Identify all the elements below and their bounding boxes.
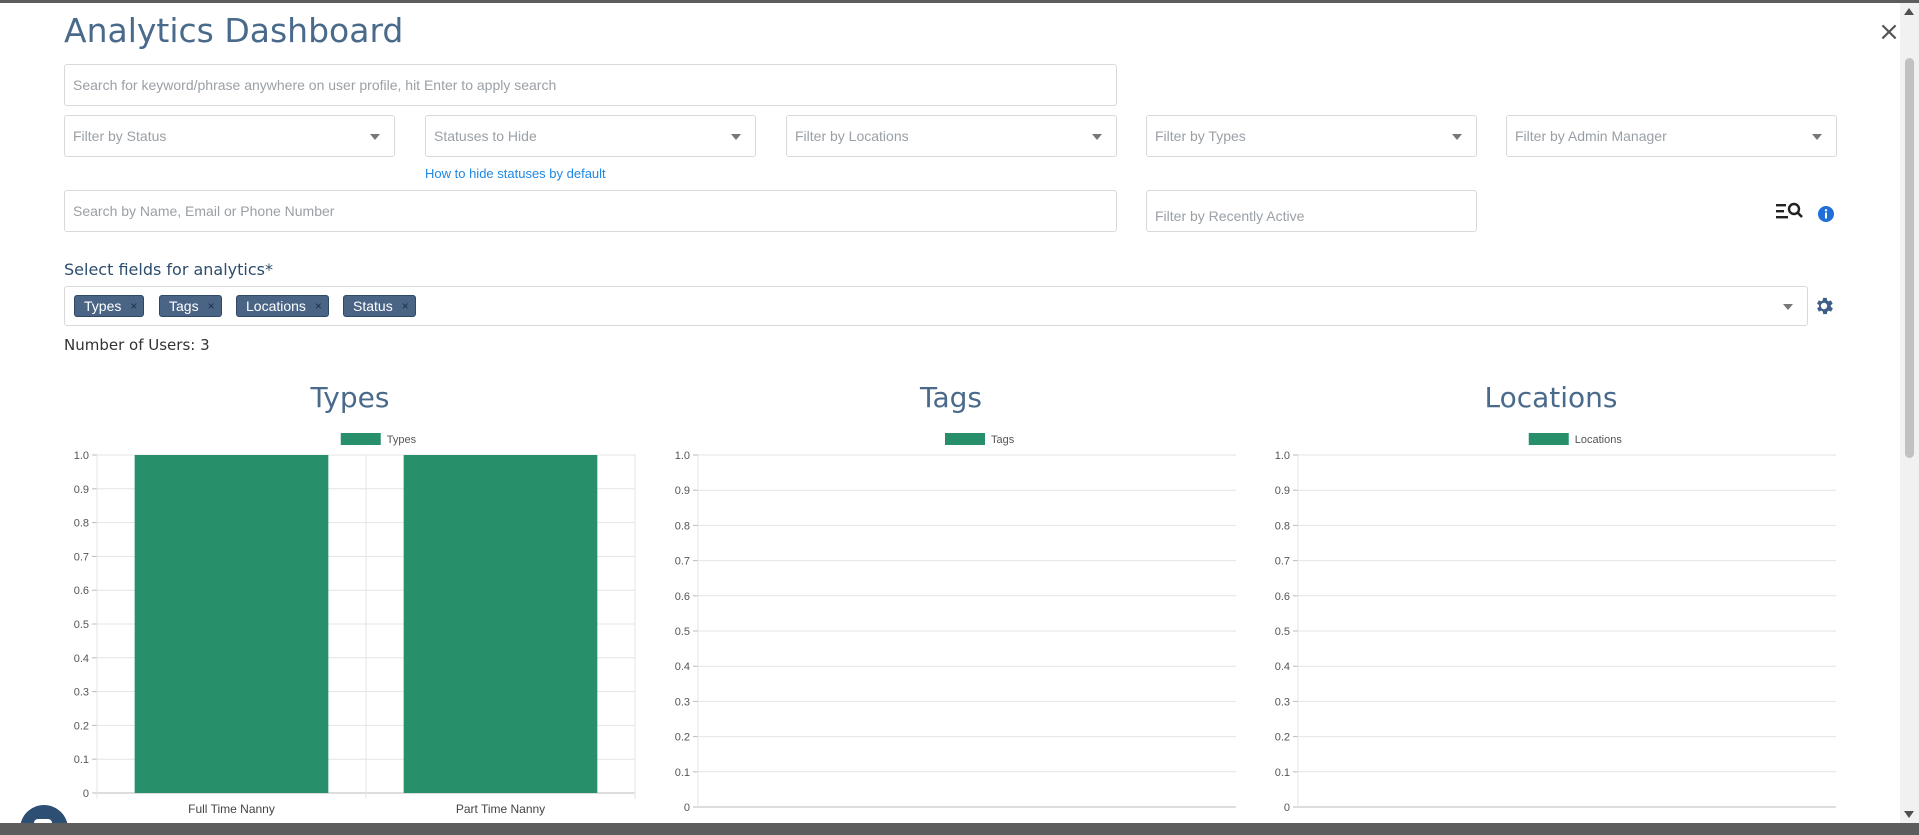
y-tick-label: 0.1 xyxy=(675,767,690,779)
legend-label: Locations xyxy=(1575,434,1623,446)
statuses-hide-select[interactable]: Statuses to Hide xyxy=(425,115,756,157)
chevron-down-icon xyxy=(1812,134,1822,140)
y-tick-label: 0 xyxy=(83,788,89,800)
chevron-down-icon xyxy=(1783,304,1793,310)
locations-filter-placeholder: Filter by Locations xyxy=(795,128,909,144)
chip-types: Types × xyxy=(74,295,145,317)
scroll-up-icon[interactable] xyxy=(1904,8,1914,15)
legend-label: Types xyxy=(387,434,417,446)
y-tick-label: 0.2 xyxy=(675,732,690,744)
chip-label: Types xyxy=(84,298,122,314)
y-tick-label: 0.8 xyxy=(74,518,89,530)
y-tick-label: 0 xyxy=(1284,802,1290,814)
chevron-down-icon xyxy=(370,134,380,140)
y-tick-label: 0.8 xyxy=(1275,520,1290,532)
y-tick-label: 0.5 xyxy=(74,619,89,631)
y-tick-label: 0.3 xyxy=(675,696,690,708)
legend-swatch xyxy=(945,433,985,445)
analytics-fields-label: Select fields for analytics* xyxy=(64,260,273,279)
chevron-down-icon xyxy=(1452,134,1462,140)
bar xyxy=(134,455,329,793)
keyword-search-placeholder: Search for keyword/phrase anywhere on us… xyxy=(73,77,557,93)
y-tick-label: 1.0 xyxy=(74,450,89,462)
admin-manager-filter-select[interactable]: Filter by Admin Manager xyxy=(1506,115,1837,157)
y-tick-label: 0.7 xyxy=(1275,556,1290,568)
locations-chart-svg: Locations 0 0.1 0.2 0.3 0.4 0.5 0.6 0.7 0.8 0.9 1.0 xyxy=(1275,433,1836,814)
y-tick-label: 0.6 xyxy=(1275,591,1290,603)
y-tick-label: 0.5 xyxy=(1275,626,1290,638)
y-tick-label: 0.8 xyxy=(675,520,690,532)
chip-label: Locations xyxy=(246,298,306,314)
chip-locations: Locations × xyxy=(236,295,329,317)
chip-status: Status × xyxy=(343,295,416,317)
admin-manager-filter-placeholder: Filter by Admin Manager xyxy=(1515,128,1667,144)
x-tick-label: Part Time Nanny xyxy=(456,802,545,816)
y-tick-label: 0.6 xyxy=(675,591,690,603)
y-tick-label: 0.3 xyxy=(1275,696,1290,708)
remove-icon[interactable]: × xyxy=(208,296,215,316)
legend-swatch xyxy=(340,433,381,445)
y-tick-label: 0.7 xyxy=(74,551,89,563)
recently-active-input[interactable]: Filter by Recently Active xyxy=(1146,190,1477,232)
chat-icon xyxy=(34,819,52,823)
analytics-modal: Analytics Dashboard × Search for keyword… xyxy=(0,3,1919,823)
chip-label: Status xyxy=(353,298,393,314)
y-tick-label: 0.6 xyxy=(74,585,89,597)
hide-statuses-link[interactable]: How to hide statuses by default xyxy=(425,166,606,181)
legend-label: Tags xyxy=(991,434,1015,446)
chip-label: Tags xyxy=(169,298,199,314)
close-icon[interactable]: × xyxy=(1878,19,1900,45)
analytics-fields-select[interactable]: Types × Tags × Locations × Status × xyxy=(64,286,1808,326)
scrollbar-thumb[interactable] xyxy=(1905,58,1914,458)
y-tick-label: 0.3 xyxy=(74,687,89,699)
name-search-placeholder: Search by Name, Email or Phone Number xyxy=(73,203,335,219)
locations-filter-select[interactable]: Filter by Locations xyxy=(786,115,1117,157)
statuses-hide-placeholder: Statuses to Hide xyxy=(434,128,537,144)
y-tick-label: 0.2 xyxy=(1275,732,1290,744)
types-filter-select[interactable]: Filter by Types xyxy=(1146,115,1477,157)
y-tick-label: 1.0 xyxy=(1275,450,1290,462)
types-chart: Types Types 0 0.1 0.2 0.3 0.4 0.5 0.6 0.7 0.8 0.9 1… xyxy=(50,375,650,823)
y-tick-label: 0.4 xyxy=(1275,661,1290,673)
chip-tags: Tags × xyxy=(159,295,222,317)
info-icon[interactable] xyxy=(1818,206,1834,226)
remove-icon[interactable]: × xyxy=(315,296,322,316)
gear-icon[interactable] xyxy=(1813,295,1835,321)
keyword-search-input[interactable]: Search for keyword/phrase anywhere on us… xyxy=(64,64,1117,106)
y-tick-label: 1.0 xyxy=(675,450,690,462)
page-title: Analytics Dashboard xyxy=(64,11,404,50)
y-tick-label: 0.5 xyxy=(675,626,690,638)
list-search-icon[interactable] xyxy=(1776,201,1804,225)
x-tick-label: Full Time Nanny xyxy=(188,802,275,816)
status-filter-placeholder: Filter by Status xyxy=(73,128,167,144)
y-tick-label: 0.4 xyxy=(74,653,89,665)
y-tick-label: 0.9 xyxy=(74,484,89,496)
y-tick-label: 0.4 xyxy=(675,661,690,673)
legend-swatch xyxy=(1528,433,1569,445)
y-tick-label: 0.9 xyxy=(1275,485,1290,497)
tags-chart-svg: Tags 0 0.1 0.2 0.3 0.4 0.5 0.6 0.7 0.8 0.9 1.0 xyxy=(675,433,1236,814)
types-chart-svg: Types 0 0.1 0.2 0.3 0.4 0.5 0.6 0.7 0.8 0.9 1.0 Full… xyxy=(74,433,636,816)
y-tick-label: 0.7 xyxy=(675,556,690,568)
remove-icon[interactable]: × xyxy=(402,296,409,316)
name-search-input[interactable]: Search by Name, Email or Phone Number xyxy=(64,190,1117,232)
y-tick-label: 0.9 xyxy=(675,485,690,497)
recently-active-placeholder: Filter by Recently Active xyxy=(1155,208,1305,224)
status-filter-select[interactable]: Filter by Status xyxy=(64,115,395,157)
y-tick-label: 0 xyxy=(684,802,690,814)
y-tick-label: 0.2 xyxy=(74,720,89,732)
user-count: Number of Users: 3 xyxy=(64,336,210,354)
remove-icon[interactable]: × xyxy=(130,296,137,316)
scroll-down-icon[interactable] xyxy=(1904,811,1914,818)
scrollbar[interactable] xyxy=(1900,3,1919,823)
bar xyxy=(403,455,598,793)
chevron-down-icon xyxy=(1092,134,1102,140)
y-tick-label: 0.1 xyxy=(1275,767,1290,779)
y-tick-label: 0.1 xyxy=(74,754,89,766)
locations-chart: Locations Locations 0 0.1 0.2 0.3 0.4 0.5 0.6 0.… xyxy=(1251,375,1851,823)
types-filter-placeholder: Filter by Types xyxy=(1155,128,1246,144)
chevron-down-icon xyxy=(731,134,741,140)
tags-chart: Tags Tags 0 0.1 0.2 0.3 0.4 0.5 0.6 0.7 0.8 0.9 1.0 xyxy=(651,375,1251,823)
